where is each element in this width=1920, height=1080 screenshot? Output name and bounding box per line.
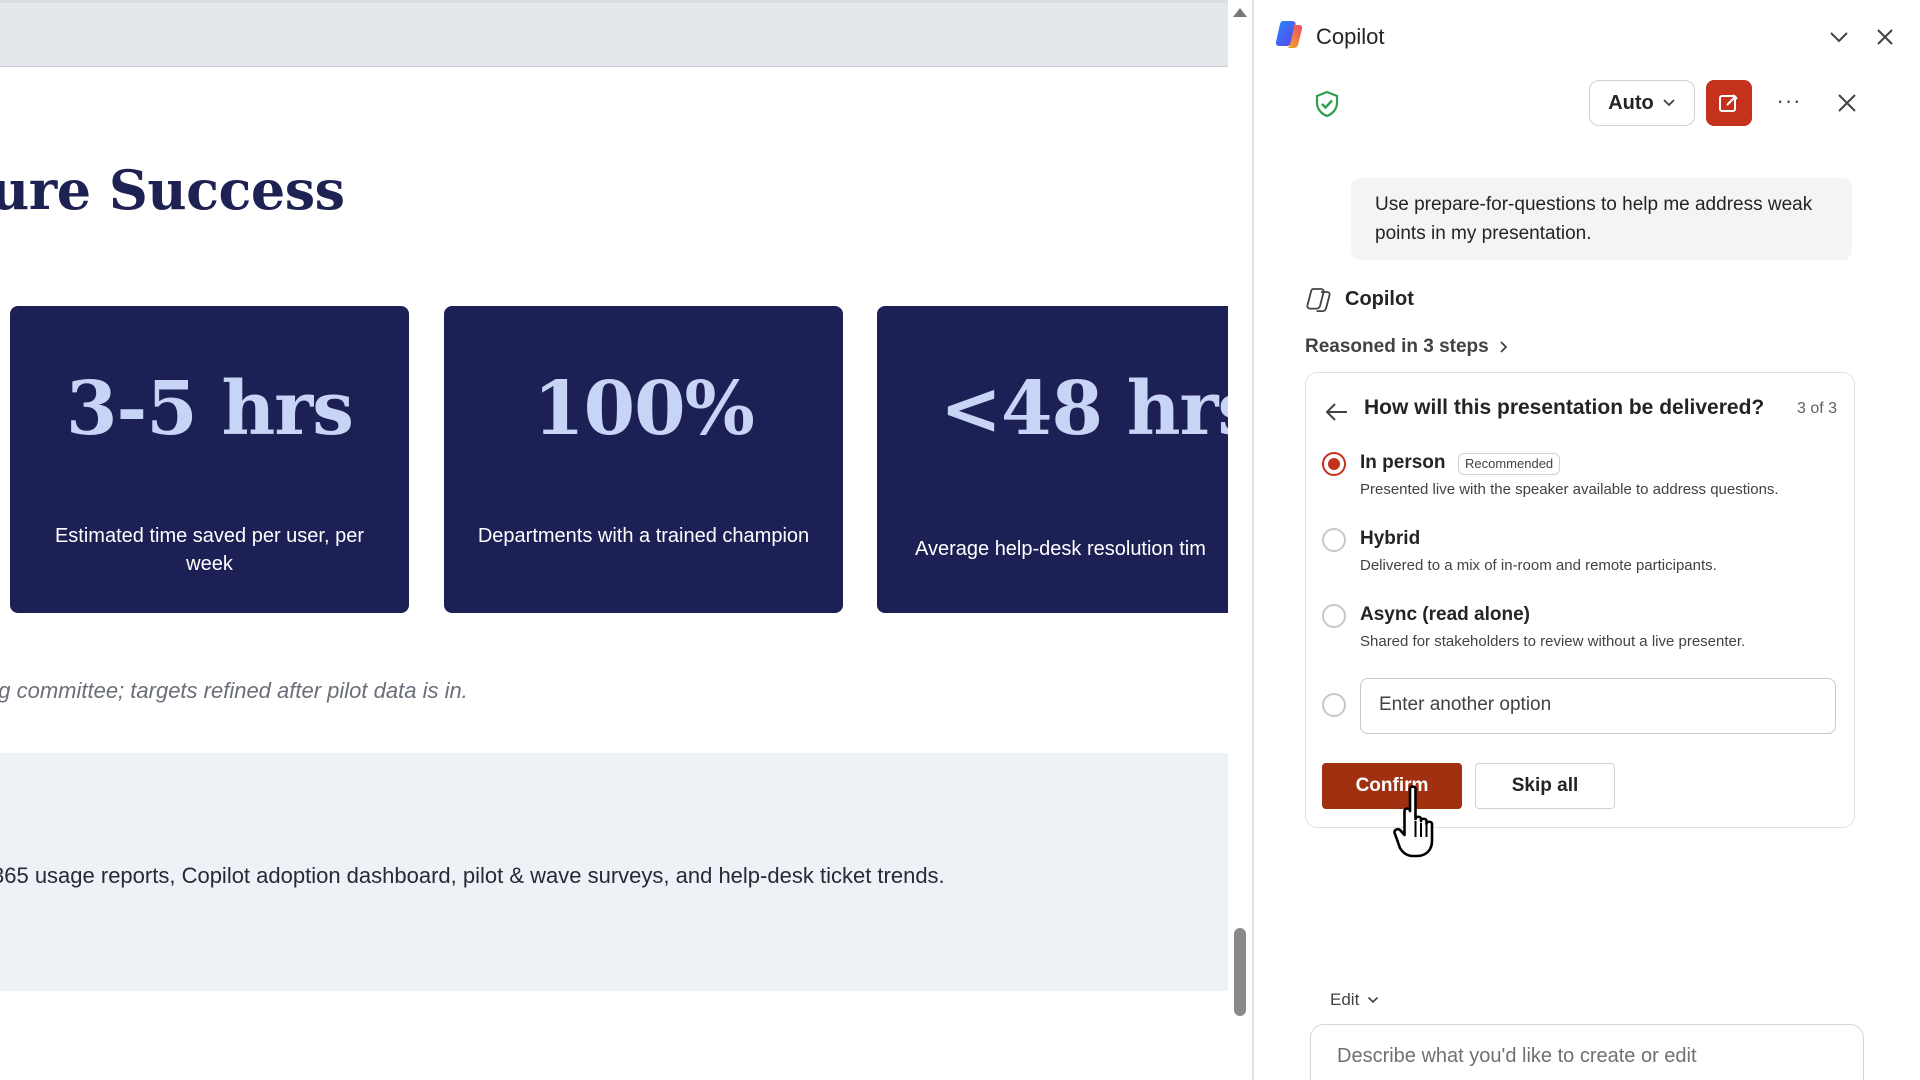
close-icon[interactable] xyxy=(1872,24,1898,50)
more-icon: ··· xyxy=(1776,88,1802,113)
edit-mode-label: Edit xyxy=(1330,990,1360,1009)
option-other[interactable]: Enter another option xyxy=(1322,678,1842,734)
mode-label: Auto xyxy=(1608,91,1654,114)
new-chat-icon xyxy=(1719,94,1738,112)
other-option-input[interactable]: Enter another option xyxy=(1360,678,1836,734)
question-card: How will this presentation be delivered?… xyxy=(1305,372,1855,828)
document-canvas: ure Success 3-5 hrs Estimated time saved… xyxy=(0,0,1228,1080)
question-title: How will this presentation be delivered? xyxy=(1364,396,1765,419)
scroll-up-arrow-icon[interactable] xyxy=(1233,8,1247,17)
app-title: Copilot xyxy=(1316,24,1385,49)
option-in-person[interactable]: In person Recommended Presented live wit… xyxy=(1322,449,1842,505)
scrollbar-thumb[interactable] xyxy=(1234,928,1246,1016)
option-hybrid[interactable]: Hybrid Delivered to a mix of in-room and… xyxy=(1322,525,1842,581)
stat-card: 3-5 hrs Estimated time saved per user, p… xyxy=(10,306,409,613)
option-description: Delivered to a mix of in-room and remote… xyxy=(1360,557,1717,574)
document-scrollbar[interactable] xyxy=(1228,0,1252,1080)
stat-value: 3-5 hrs xyxy=(66,366,354,452)
mode-dropdown-button[interactable]: Auto xyxy=(1589,80,1695,126)
skip-all-button[interactable]: Skip all xyxy=(1475,763,1615,809)
radio-button[interactable] xyxy=(1322,452,1346,476)
stat-caption: Average help-desk resolution tim xyxy=(915,538,1206,560)
recommended-badge: Recommended xyxy=(1458,453,1561,475)
stat-card: <48 hrs Average help-desk resolution tim xyxy=(877,306,1228,613)
chevron-down-icon xyxy=(1368,996,1379,1004)
copilot-avatar-icon xyxy=(1306,288,1331,312)
option-description: Shared for stakeholders to review withou… xyxy=(1360,633,1746,650)
option-async[interactable]: Async (read alone) Shared for stakeholde… xyxy=(1322,601,1842,657)
sources-text: 365 usage reports, Copilot adoption dash… xyxy=(0,863,945,888)
radio-button[interactable] xyxy=(1322,693,1346,717)
option-label: Async (read alone) xyxy=(1360,604,1530,625)
option-label: In person xyxy=(1360,452,1446,473)
stat-card: 100% Departments with a trained champion xyxy=(444,306,843,613)
chevron-down-icon xyxy=(1663,99,1675,107)
assistant-name: Copilot xyxy=(1345,288,1414,310)
reasoning-label: Reasoned in 3 steps xyxy=(1305,336,1489,357)
stat-value: 100% xyxy=(533,366,755,452)
compose-input[interactable]: Describe what you'd like to create or ed… xyxy=(1337,1045,1697,1068)
slide-heading: ure Success xyxy=(0,158,345,222)
shield-check-icon[interactable] xyxy=(1313,90,1341,118)
footnote-text: ng committee; targets refined after pilo… xyxy=(0,678,468,703)
close-icon xyxy=(1838,94,1856,112)
stat-caption: Estimated time saved per user, per week xyxy=(54,525,365,575)
new-chat-button[interactable] xyxy=(1706,80,1752,126)
chevron-down-icon[interactable] xyxy=(1826,24,1852,50)
reasoning-toggle[interactable]: Reasoned in 3 steps xyxy=(1305,336,1509,358)
copilot-pane: Copilot Auto ··· Use prepare-for-questio… xyxy=(1254,0,1920,1080)
edit-mode-dropdown[interactable]: Edit xyxy=(1330,990,1379,1010)
more-options-button[interactable]: ··· xyxy=(1772,86,1806,120)
option-label: Hybrid xyxy=(1360,528,1421,549)
chevron-right-icon xyxy=(1500,341,1508,353)
pane-title-bar: Copilot xyxy=(1274,14,1920,58)
user-message-bubble: Use prepare-for-questions to help me add… xyxy=(1351,178,1852,260)
arrow-left-icon[interactable] xyxy=(1322,397,1352,427)
option-description: Presented live with the speaker availabl… xyxy=(1360,481,1779,498)
document-toolbar-strip xyxy=(0,0,1228,67)
close-pane-button[interactable] xyxy=(1830,86,1864,120)
copilot-logo-icon xyxy=(1275,21,1303,48)
radio-button[interactable] xyxy=(1322,604,1346,628)
question-step-counter: 3 of 3 xyxy=(1796,400,1837,417)
stat-value: <48 hrs xyxy=(940,366,1228,452)
stat-caption: Departments with a trained champion xyxy=(477,525,810,547)
radio-button[interactable] xyxy=(1322,528,1346,552)
compose-box[interactable]: Describe what you'd like to create or ed… xyxy=(1310,1024,1864,1080)
hand-cursor-icon xyxy=(1393,785,1434,858)
